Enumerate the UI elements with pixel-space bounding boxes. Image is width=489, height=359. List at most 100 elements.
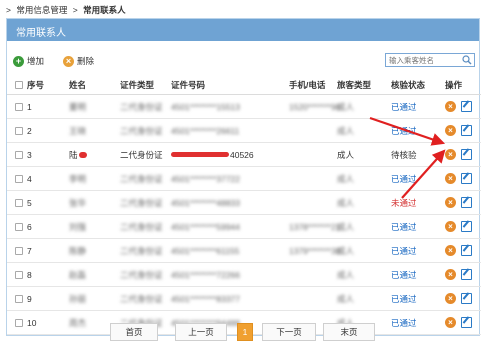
- row-delete-icon[interactable]: ×: [445, 149, 456, 160]
- row-phone: 1378*******21: [289, 221, 341, 232]
- row-id-type: 二代身份证: [120, 173, 163, 184]
- row-delete-icon[interactable]: ×: [445, 269, 456, 280]
- row-name: 李明: [69, 167, 86, 190]
- contacts-table: 序号 姓名 证件类型 证件号码 手机/电话 旅客类型 核验状态 操作 1 董明 二代…: [7, 75, 481, 335]
- row-edit-icon[interactable]: [461, 221, 472, 232]
- row-edit-icon[interactable]: [461, 245, 472, 256]
- row-no: 6: [27, 221, 32, 232]
- row-delete-icon[interactable]: ×: [445, 173, 456, 184]
- search-icon[interactable]: [462, 55, 472, 65]
- row-id-number: 4501********15513: [171, 95, 240, 118]
- row-id-number: 4501********61155: [171, 239, 239, 262]
- toolbar: + 增加 × 删除: [7, 53, 481, 71]
- header-op: 操作: [445, 79, 463, 90]
- row-id-number: 4501********26611: [171, 119, 239, 142]
- table-row: 2 王晓 二代身份证 4501********26611 成人 已通过 ×: [7, 119, 481, 143]
- row-passenger-type: 成人: [337, 125, 355, 136]
- row-passenger-type: 成人: [337, 101, 355, 112]
- row-edit-icon[interactable]: [461, 101, 472, 112]
- row-passenger-type: 成人: [337, 197, 355, 208]
- table-row: 1 董明 二代身份证 4501********15513 1520*******96 成人…: [7, 95, 481, 119]
- row-actions: ×: [445, 119, 472, 142]
- breadcrumb-separator: >: [6, 5, 11, 15]
- row-delete-icon[interactable]: ×: [445, 245, 456, 256]
- row-checkbox[interactable]: [15, 102, 23, 111]
- page-1-button[interactable]: 1: [237, 323, 253, 341]
- row-edit-icon[interactable]: [461, 197, 472, 208]
- row-delete-icon[interactable]: ×: [445, 101, 456, 112]
- row-status: 已通过: [391, 293, 417, 304]
- row-name-text: 赵磊: [69, 269, 87, 280]
- next-page-button[interactable]: 下一页: [262, 323, 316, 341]
- row-id-number: 4501********72266: [171, 263, 240, 286]
- row-name: 陈静: [69, 239, 86, 262]
- row-id-number-text: 4501********48833: [171, 197, 241, 208]
- row-edit-icon[interactable]: [461, 173, 472, 184]
- row-delete-icon[interactable]: ×: [445, 197, 456, 208]
- row-no: 1: [27, 101, 32, 112]
- table-row: 3 陆 二代身份证 40526 成人 待核验 ×: [7, 143, 481, 167]
- row-actions: ×: [445, 215, 472, 238]
- row-id-number: 4501********48833: [171, 191, 240, 214]
- row-id-type: 二代身份证: [120, 293, 163, 304]
- row-name-text: 刘强: [69, 221, 87, 232]
- redaction-mark: [78, 151, 87, 158]
- row-checkbox[interactable]: [15, 174, 23, 183]
- search-input[interactable]: [386, 54, 460, 66]
- row-edit-icon[interactable]: [461, 269, 472, 280]
- table-row: 4 李明 二代身份证 4501********37722 成人 已通过 ×: [7, 167, 481, 191]
- row-edit-icon[interactable]: [461, 149, 472, 160]
- row-id-type: 二代身份证: [120, 149, 163, 160]
- row-select-cell: [15, 287, 23, 310]
- row-checkbox[interactable]: [15, 150, 23, 159]
- row-edit-icon[interactable]: [461, 125, 472, 136]
- row-name-text: 王晓: [69, 125, 87, 136]
- header-id-number: 证件号码: [171, 79, 206, 90]
- row-checkbox[interactable]: [15, 126, 23, 135]
- row-actions: ×: [445, 143, 472, 166]
- header-passenger-type: 旅客类型: [337, 79, 372, 90]
- row-id-number-text: 4501********26611: [171, 125, 240, 136]
- row-no: 2: [27, 125, 32, 136]
- select-all-cell: [15, 75, 23, 94]
- row-id-number-text: 4501********15513: [171, 101, 241, 112]
- row-name: 董明: [69, 95, 86, 118]
- delete-button[interactable]: × 删除: [63, 55, 94, 67]
- row-passenger-type: 成人: [337, 149, 355, 160]
- breadcrumb-item-info-management[interactable]: 常用信息管理: [16, 5, 67, 15]
- add-button-label: 增加: [27, 56, 45, 66]
- add-button[interactable]: + 增加: [13, 55, 44, 67]
- row-no: 7: [27, 245, 32, 256]
- pagination: 首页 上一页 1 下一页 末页: [0, 320, 489, 344]
- row-name: 王晓: [69, 119, 86, 142]
- row-name: 刘强: [69, 215, 86, 238]
- row-id-number: 4501********59944: [171, 215, 240, 238]
- row-id-number-text: 4501********61155: [171, 245, 240, 256]
- row-delete-icon[interactable]: ×: [445, 125, 456, 136]
- row-id-number: 4501********37722: [171, 167, 240, 190]
- row-edit-icon[interactable]: [461, 293, 472, 304]
- row-select-cell: [15, 191, 23, 214]
- row-delete-icon[interactable]: ×: [445, 293, 456, 304]
- row-select-cell: [15, 215, 23, 238]
- row-checkbox[interactable]: [15, 222, 23, 231]
- row-status: 已通过: [391, 173, 417, 184]
- row-checkbox[interactable]: [15, 246, 23, 255]
- row-passenger-type: 成人: [337, 245, 355, 256]
- row-checkbox[interactable]: [15, 294, 23, 303]
- row-id-type: 二代身份证: [120, 197, 163, 208]
- select-all-checkbox[interactable]: [15, 80, 23, 89]
- x-circle-icon: ×: [63, 55, 74, 67]
- row-delete-icon[interactable]: ×: [445, 221, 456, 232]
- plus-circle-icon: +: [13, 55, 24, 67]
- row-name-text: 陆: [69, 149, 78, 160]
- row-checkbox[interactable]: [15, 270, 23, 279]
- row-select-cell: [15, 239, 23, 262]
- row-no: 3: [27, 149, 32, 160]
- prev-page-button[interactable]: 上一页: [175, 323, 227, 341]
- last-page-button[interactable]: 末页: [323, 323, 375, 341]
- row-checkbox[interactable]: [15, 198, 23, 207]
- row-phone: 1379*******38: [289, 245, 341, 256]
- first-page-button[interactable]: 首页: [110, 323, 158, 341]
- row-passenger-type: 成人: [337, 269, 355, 280]
